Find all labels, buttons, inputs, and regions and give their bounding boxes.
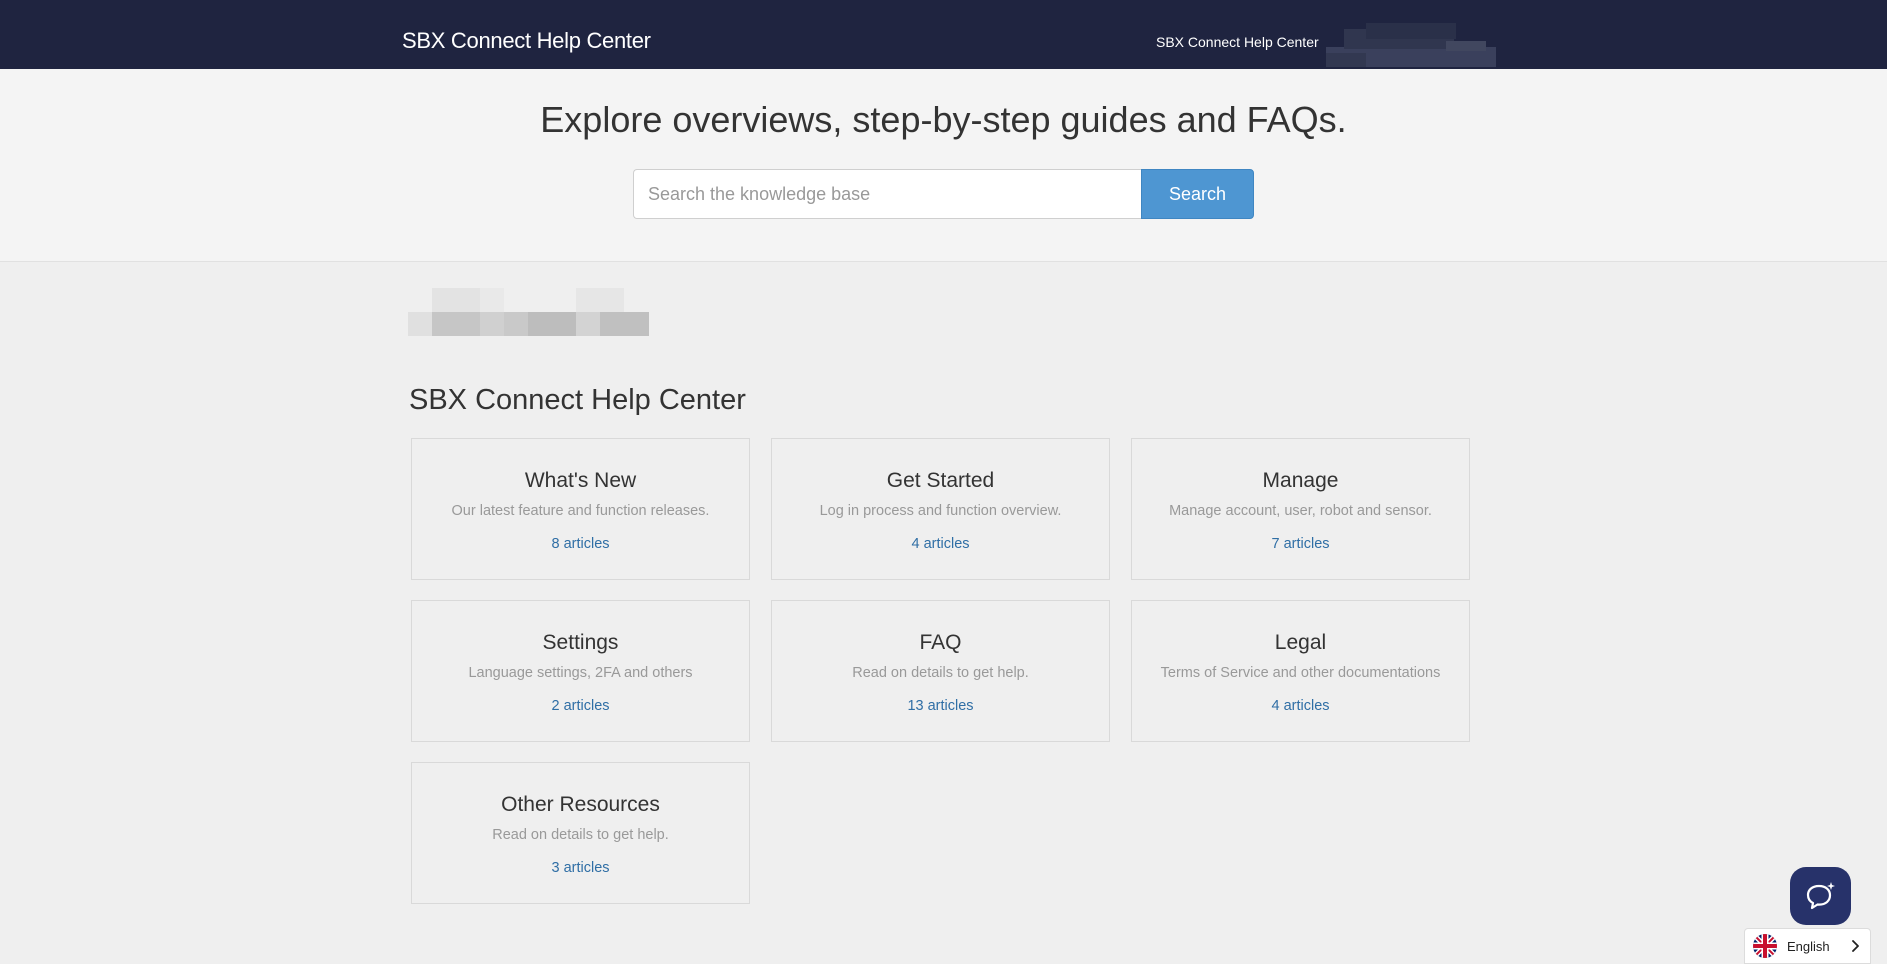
category-article-count-link[interactable]: 3 articles <box>412 860 749 876</box>
category-card-get-started[interactable]: Get Started Log in process and function … <box>771 438 1110 580</box>
category-article-count-link[interactable]: 13 articles <box>772 698 1109 714</box>
category-title: Legal <box>1274 631 1327 654</box>
search-input[interactable] <box>633 169 1142 219</box>
category-description: Terms of Service and other documentation… <box>1160 665 1441 681</box>
search-button[interactable]: Search <box>1141 169 1254 219</box>
chat-bubble-sparkle-icon <box>1806 882 1835 910</box>
category-card-whats-new[interactable]: What's New Our latest feature and functi… <box>411 438 750 580</box>
category-article-count-link[interactable]: 4 articles <box>1132 698 1469 714</box>
category-description: Our latest feature and function releases… <box>451 503 710 519</box>
hero-section: Explore overviews, step-by-step guides a… <box>0 69 1887 262</box>
chevron-right-icon <box>1851 940 1859 952</box>
category-title: FAQ <box>919 631 962 654</box>
top-navigation-bar: SBX Connect Help Center SBX Connect Help… <box>0 0 1887 69</box>
nav-help-center-link[interactable]: SBX Connect Help Center <box>1156 34 1319 50</box>
category-card-manage[interactable]: Manage Manage account, user, robot and s… <box>1131 438 1470 580</box>
category-description: Manage account, user, robot and sensor. <box>1169 503 1432 519</box>
category-title: Other Resources <box>501 793 660 816</box>
category-article-count-link[interactable]: 8 articles <box>412 536 749 552</box>
hero-title: Explore overviews, step-by-step guides a… <box>540 99 1347 140</box>
category-card-settings[interactable]: Settings Language settings, 2FA and othe… <box>411 600 750 742</box>
category-card-other-resources[interactable]: Other Resources Read on details to get h… <box>411 762 750 904</box>
category-description: Language settings, 2FA and others <box>468 665 693 681</box>
category-title: Settings <box>542 631 619 654</box>
language-label: English <box>1787 938 1830 954</box>
category-title: What's New <box>524 469 637 492</box>
category-article-count-link[interactable]: 4 articles <box>772 536 1109 552</box>
category-description: Log in process and function overview. <box>819 503 1062 519</box>
company-logo-blurred[interactable] <box>1326 23 1496 67</box>
language-selector[interactable]: English <box>1744 928 1871 964</box>
category-article-count-link[interactable]: 2 articles <box>412 698 749 714</box>
category-description: Read on details to get help. <box>492 827 669 843</box>
category-card-faq[interactable]: FAQ Read on details to get help. 13 arti… <box>771 600 1110 742</box>
chat-launcher-button[interactable] <box>1790 867 1851 925</box>
brand-link[interactable]: SBX Connect Help Center <box>402 28 651 54</box>
category-title: Manage <box>1262 469 1339 492</box>
category-card-legal[interactable]: Legal Terms of Service and other documen… <box>1131 600 1470 742</box>
category-description: Read on details to get help. <box>852 665 1029 681</box>
section-title: SBX Connect Help Center <box>409 384 746 416</box>
uk-flag-icon <box>1753 934 1777 958</box>
help-center-logo-blurred <box>408 288 649 336</box>
category-title: Get Started <box>886 469 995 492</box>
category-article-count-link[interactable]: 7 articles <box>1132 536 1469 552</box>
